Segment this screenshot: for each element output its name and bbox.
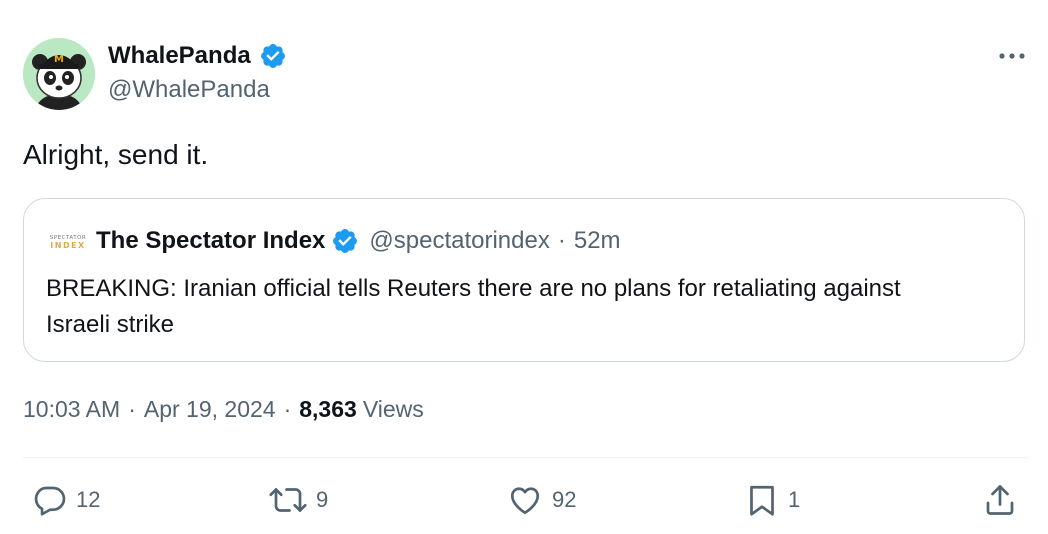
divider [23,457,1028,458]
share-icon [986,485,1014,515]
like-count: 92 [552,487,577,512]
reply-count: 12 [76,487,101,512]
tweet-date[interactable]: Apr 19, 2024 [144,396,276,423]
more-options-button[interactable] [996,44,1028,68]
author-handle[interactable]: @WhalePanda [108,76,270,104]
tweet-time[interactable]: 10:03 AM [23,396,120,423]
quoted-handle[interactable]: @spectatorindex [369,227,549,255]
author-display-name[interactable]: WhalePanda [108,42,251,70]
author-name-row: WhalePanda [108,40,287,72]
spectator-index-logo: SPECTATOR INDEX [46,232,90,250]
repost-icon [269,488,307,512]
views-count: 8,363 [299,396,357,422]
repost-count: 9 [316,487,329,512]
author-avatar[interactable]: M [23,38,95,110]
verified-badge-icon[interactable] [331,227,359,255]
bookmark-icon [750,485,774,516]
reply-icon [34,486,66,516]
quoted-tweet-text: BREAKING: Iranian official tells Reuters… [46,275,901,338]
verified-badge-icon[interactable] [259,42,287,70]
svg-text:INDEX: INDEX [50,241,85,250]
separator-dot: · [557,227,566,254]
quoted-tweet-header: SPECTATOR INDEX The Spectator Index @spe… [46,225,621,257]
tweet-meta: 10:03 AM · Apr 19, 2024 · 8,363 Views [23,396,424,423]
ellipsis-icon [999,53,1025,59]
heart-icon [510,487,540,515]
panda-avatar-icon: M [23,38,95,110]
tweet-text: Alright, send it. [23,139,209,170]
repost-button[interactable]: 9 [268,478,328,522]
quoted-tweet-card[interactable]: SPECTATOR INDEX The Spectator Index @spe… [23,198,1025,362]
quoted-timestamp[interactable]: 52m [574,227,621,255]
svg-text:M: M [54,54,64,65]
separator-dot: · [128,396,136,422]
bookmark-button[interactable]: 1 [744,478,800,522]
quoted-display-name[interactable]: The Spectator Index [96,227,325,255]
bookmark-count: 1 [788,487,801,512]
reply-button[interactable]: 12 [32,478,100,522]
tweet-actions-bar: 12 9 92 1 [0,478,1048,522]
share-button[interactable] [982,478,1018,522]
separator-dot: · [283,396,292,422]
like-button[interactable]: 92 [506,478,576,522]
views-label: Views [362,396,424,422]
